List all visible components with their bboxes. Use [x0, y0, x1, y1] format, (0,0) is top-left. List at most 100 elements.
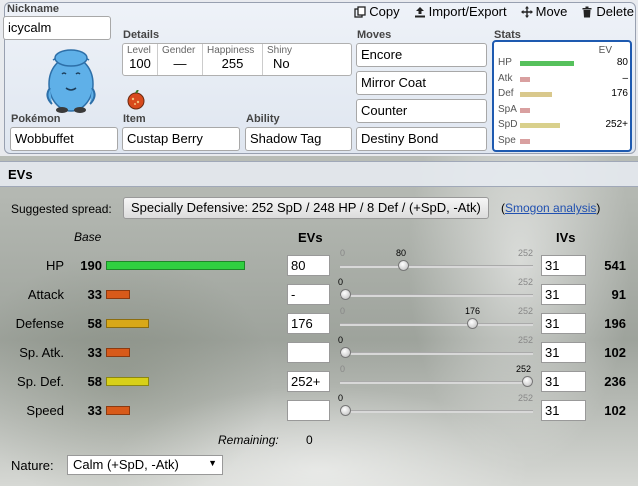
- suggested-spread-label: Suggested spread:: [11, 202, 112, 216]
- stats-summary-row: SpD 252+: [498, 119, 628, 133]
- slider-max-label: 252: [517, 248, 533, 258]
- slider-max-label: 252: [517, 277, 533, 287]
- stats-summary-row: Def 176: [498, 88, 628, 102]
- shiny-label: Shiny: [267, 45, 293, 56]
- slider-track: [340, 381, 533, 384]
- ev-row-hp: HP 190 80 0 252 80 31 541: [0, 248, 638, 280]
- stats-summary-button[interactable]: EV HP 80 Atk – Def 176 SpA SpD 252+ Spe: [492, 40, 632, 152]
- suggested-spread-button[interactable]: Specially Defensive: 252 SpD / 248 HP / …: [123, 197, 489, 219]
- gender-label: Gender: [162, 45, 196, 56]
- stats-summary-bar: [520, 138, 530, 144]
- stat-name: Sp. Atk.: [19, 345, 64, 360]
- ev-input[interactable]: -: [287, 284, 330, 305]
- ev-slider[interactable]: 0252252: [340, 364, 533, 396]
- ev-slider[interactable]: 0 252 176: [340, 306, 533, 338]
- smogon-analysis-link[interactable]: Smogon analysis: [505, 201, 596, 215]
- slider-min-label: 0: [340, 248, 346, 258]
- slider-track: [340, 410, 533, 413]
- iv-input[interactable]: 31: [541, 400, 586, 421]
- slider-thumb[interactable]: [398, 260, 409, 271]
- stat-total: 102: [604, 403, 626, 418]
- set-toolbar: Copy Import/Export Move Delete: [354, 4, 634, 19]
- ev-input[interactable]: [287, 400, 330, 421]
- base-stat-value: 58: [87, 316, 102, 331]
- base-stat-bar: [106, 319, 149, 328]
- stats-summary-row: Atk –: [498, 73, 628, 87]
- ev-slider[interactable]: 02520: [338, 277, 533, 309]
- iv-input[interactable]: 31: [541, 313, 586, 334]
- stat-total: 541: [604, 258, 626, 273]
- slider-min-label: 0: [340, 306, 346, 316]
- base-column-header: Base: [74, 230, 102, 244]
- base-stat-value: 33: [87, 403, 102, 418]
- stats-summary-name: Spe: [498, 134, 516, 146]
- nickname-input[interactable]: icycalm: [3, 16, 111, 40]
- ev-row-speed: Speed330252031102: [0, 393, 638, 425]
- stat-name: Defense: [15, 316, 64, 331]
- nature-value: Calm (+SpD, -Atk): [73, 457, 179, 472]
- item-input[interactable]: Custap Berry: [122, 127, 240, 151]
- stats-summary-bar: [520, 92, 552, 97]
- nature-label: Nature:: [11, 458, 54, 473]
- pokemon-input[interactable]: Wobbuffet: [10, 127, 118, 151]
- iv-input[interactable]: 31: [541, 284, 586, 305]
- stat-name: Attack: [27, 287, 64, 302]
- stats-summary-name: Def: [498, 88, 514, 99]
- ev-slider[interactable]: 0 252 80: [340, 248, 533, 280]
- stats-summary-name: Atk: [498, 72, 513, 84]
- stats-summary-name: SpA: [498, 103, 517, 115]
- base-stat-bar: [106, 348, 130, 357]
- delete-button[interactable]: Delete: [581, 4, 634, 19]
- set-panel: Copy Import/Export Move Delete Nickname …: [0, 0, 638, 156]
- slider-thumb[interactable]: [340, 289, 351, 300]
- happiness-value: 255: [221, 56, 244, 71]
- iv-input[interactable]: 31: [541, 371, 586, 392]
- stats-summary-bar: [520, 123, 560, 128]
- slider-thumb[interactable]: [340, 347, 351, 358]
- slider-track: [340, 323, 533, 326]
- ev-input[interactable]: [287, 342, 330, 363]
- stats-summary-row: SpA: [498, 104, 628, 118]
- ev-input[interactable]: 252+: [287, 371, 330, 392]
- slider-thumb[interactable]: [467, 318, 478, 329]
- move-button[interactable]: Move: [520, 4, 568, 19]
- slider-value-label: 0: [338, 335, 344, 345]
- stats-summary-bar: [520, 107, 530, 113]
- slider-value-label: 0: [338, 277, 344, 287]
- stats-summary-row: HP 80: [498, 57, 628, 71]
- details-box[interactable]: Level 100 Gender — Happiness 255 Shiny No: [122, 43, 352, 76]
- move-label: Move: [535, 4, 568, 19]
- stats-summary-ev: 252+: [605, 119, 628, 130]
- slider-max-label: 252: [517, 306, 533, 316]
- slider-thumb[interactable]: [522, 376, 533, 387]
- stats-summary-bar: [520, 76, 530, 82]
- move-1-input[interactable]: Encore: [356, 43, 487, 67]
- slider-value-label: 0: [338, 393, 344, 403]
- stat-total: 236: [604, 374, 626, 389]
- iv-input[interactable]: 31: [541, 342, 586, 363]
- stats-ev-header: EV: [598, 45, 612, 56]
- stats-summary-bar: [520, 61, 574, 66]
- move-2-input[interactable]: Mirror Coat: [356, 71, 487, 95]
- slider-thumb[interactable]: [340, 405, 351, 416]
- evs-column-header: EVs: [298, 230, 323, 245]
- slider-track: [340, 294, 533, 297]
- evs-heading: EVs: [0, 161, 638, 187]
- copy-button[interactable]: Copy: [354, 4, 400, 19]
- ev-row-defense: Defense 58 176 0 252 176 31 196: [0, 306, 638, 338]
- ev-input[interactable]: 176: [287, 313, 330, 334]
- remaining-value: 0: [306, 433, 313, 447]
- import-export-label: Import/Export: [428, 4, 507, 19]
- ev-input[interactable]: 80: [287, 255, 330, 276]
- ability-input[interactable]: Shadow Tag: [245, 127, 352, 151]
- move-4-input[interactable]: Destiny Bond: [356, 127, 487, 151]
- base-stat-value: 33: [87, 287, 102, 302]
- import-export-button[interactable]: Import/Export: [414, 4, 507, 19]
- stats-summary-ev: –: [622, 72, 628, 84]
- nature-select[interactable]: Calm (+SpD, -Atk) ▼: [67, 455, 223, 475]
- stat-name: HP: [45, 258, 64, 273]
- iv-input[interactable]: 31: [541, 255, 586, 276]
- move-3-input[interactable]: Counter: [356, 99, 487, 123]
- ev-slider[interactable]: 02520: [338, 393, 533, 425]
- ev-slider[interactable]: 02520: [338, 335, 533, 367]
